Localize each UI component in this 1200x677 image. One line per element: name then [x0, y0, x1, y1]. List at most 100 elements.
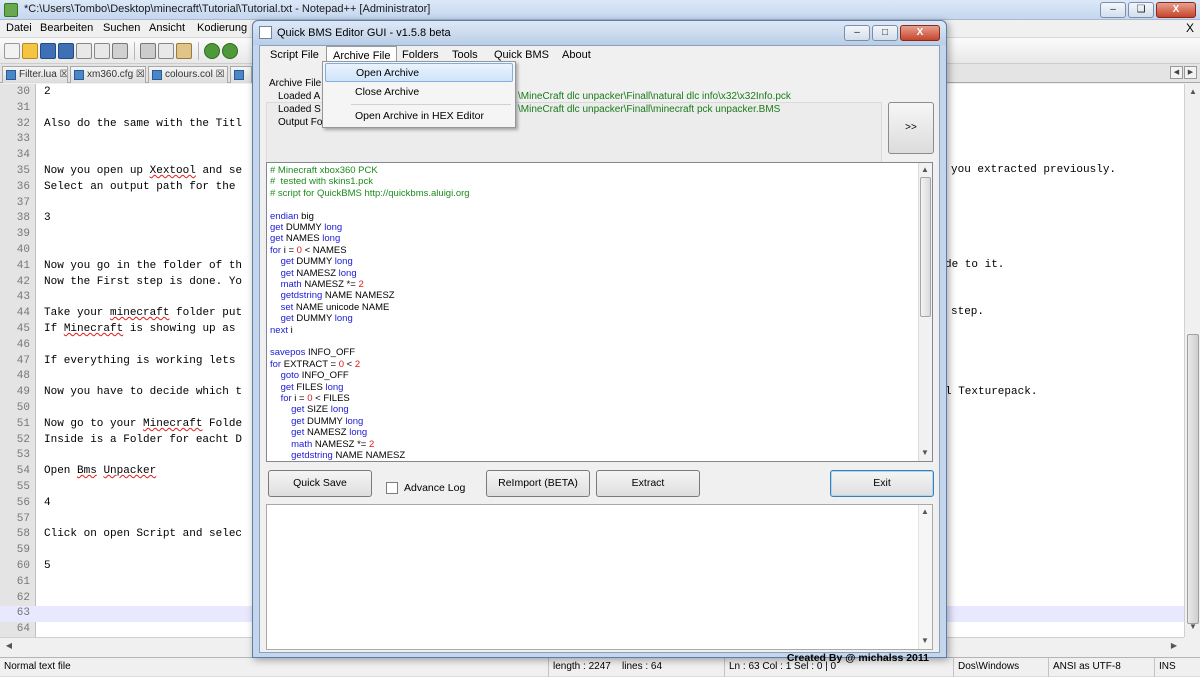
script-token: get	[291, 404, 305, 416]
line-text: If everything is working lets	[44, 354, 236, 367]
close-button[interactable]: X	[1156, 2, 1196, 18]
log-output-area[interactable]: ▲ ▼	[266, 504, 933, 650]
tab-colours-col[interactable]: colours.col ☒	[148, 66, 228, 83]
scroll-down-icon[interactable]: ▼	[919, 635, 931, 647]
script-line: # script for QuickBMS http://quickbms.al…	[270, 188, 470, 199]
close-archive-item[interactable]: Close Archive	[325, 83, 513, 102]
extract-button[interactable]: Extract	[596, 470, 700, 497]
scroll-up-icon[interactable]: ▲	[919, 164, 931, 176]
menu-suchen[interactable]: Suchen	[103, 22, 140, 34]
minimize-button[interactable]: –	[844, 25, 870, 41]
new-file-icon[interactable]	[4, 43, 20, 59]
log-vertical-scrollbar[interactable]: ▲ ▼	[918, 505, 932, 649]
archive-file-group-label: Archive File	[269, 78, 322, 89]
scroll-up-icon[interactable]: ▲	[919, 506, 931, 518]
tab-xm360-cfg[interactable]: xm360.cfg ☒	[70, 66, 146, 83]
script-token: set	[280, 301, 294, 313]
script-line: endian big	[270, 211, 314, 222]
line-number: 60	[16, 560, 30, 572]
archive-file-dropdown: Open Archive Close Archive Open Archive …	[322, 61, 516, 128]
line-text: Select an output path for the	[44, 180, 236, 193]
save-all-icon[interactable]	[58, 43, 74, 59]
editor-vertical-scrollbar[interactable]: ▲ ▼	[1184, 84, 1200, 637]
close-document-icon[interactable]: X	[1186, 21, 1194, 35]
paste-icon[interactable]	[176, 43, 192, 59]
status-encoding: ANSI as UTF-8	[1048, 658, 1125, 677]
menu-kodierung[interactable]: Kodierung	[197, 22, 247, 34]
reimport-button[interactable]: ReImport (BETA)	[486, 470, 590, 497]
line-number: 43	[16, 291, 30, 304]
script-token: # tested with skins1.pck	[270, 176, 373, 188]
open-archive-hex-editor-item[interactable]: Open Archive in HEX Editor	[325, 107, 513, 126]
minimize-button[interactable]: –	[1100, 2, 1126, 18]
scroll-up-icon[interactable]: ▲	[1187, 86, 1199, 98]
scroll-down-icon[interactable]: ▼	[919, 447, 931, 459]
line-number: 39	[16, 228, 30, 241]
menu-script-file[interactable]: Script File	[264, 46, 325, 66]
menu-about[interactable]: About	[556, 46, 597, 66]
script-token: NAME unicode NAME	[293, 301, 390, 313]
editor-text-fragment: you extracted previously.	[951, 164, 1117, 176]
print-icon[interactable]	[112, 43, 128, 59]
script-token: long	[338, 267, 357, 279]
script-token: DUMMY	[293, 256, 335, 268]
status-insert-mode: INS	[1154, 658, 1180, 677]
open-folder-icon[interactable]	[22, 43, 38, 59]
menu-ansicht[interactable]: Ansicht	[149, 22, 185, 34]
loaded-archive-path: \MineCraft dlc unpacker\Finall\natural d…	[518, 91, 791, 102]
line-number: 49	[16, 386, 30, 399]
file-tab-icon	[6, 70, 16, 80]
tab-partial[interactable]	[230, 66, 252, 83]
bms-script-editor[interactable]: # Minecraft xbox360 PCK # tested with ski…	[266, 162, 933, 462]
cut-icon[interactable]	[140, 43, 156, 59]
advance-log-checkbox[interactable]	[386, 482, 398, 494]
scroll-left-icon[interactable]: ◀	[3, 640, 15, 652]
script-token	[270, 393, 281, 404]
maximize-button[interactable]: ❏	[1128, 2, 1154, 18]
scroll-thumb[interactable]	[920, 177, 931, 317]
line-number: 32	[16, 117, 30, 130]
script-token: for	[270, 244, 282, 256]
exit-button[interactable]: Exit	[830, 470, 934, 497]
toolbar-separator	[134, 42, 135, 60]
script-token: get	[280, 256, 294, 268]
scroll-thumb[interactable]	[1187, 334, 1199, 624]
line-number: 31	[16, 101, 30, 114]
menu-bearbeiten[interactable]: Bearbeiten	[40, 22, 93, 34]
line-number: 36	[16, 180, 30, 193]
script-token	[270, 370, 281, 381]
open-archive-item[interactable]: Open Archive	[325, 63, 513, 82]
quick-save-button[interactable]: Quick Save	[268, 470, 372, 497]
close-button[interactable]: X	[900, 25, 940, 41]
undo-icon[interactable]	[204, 43, 220, 59]
line-text: Now you have to decide which t	[44, 386, 243, 399]
line-number: 35	[16, 165, 30, 177]
line-number: 54	[16, 465, 30, 478]
line-number: 41	[16, 259, 30, 272]
menu-datei[interactable]: Datei	[6, 22, 32, 34]
tab-scroll-right-icon[interactable]: ▶	[1184, 66, 1197, 79]
close-all-icon[interactable]	[94, 43, 110, 59]
script-token: get	[270, 233, 284, 245]
tab-filter-lua[interactable]: Filter.lua ☒	[2, 66, 68, 83]
script-token: FILES	[293, 381, 326, 393]
script-line: math NAMESZ *= 2	[270, 439, 374, 450]
save-icon[interactable]	[40, 43, 56, 59]
tab-scroll-left-icon[interactable]: ◀	[1170, 66, 1183, 79]
script-vertical-scrollbar[interactable]: ▲ ▼	[918, 163, 932, 461]
close-file-icon[interactable]	[76, 43, 92, 59]
scroll-down-icon[interactable]: ▼	[1187, 621, 1199, 633]
script-line: getdstring NAME NAMESZ	[270, 290, 395, 301]
tab-label: xm360.cfg	[87, 69, 134, 80]
maximize-button[interactable]: □	[872, 25, 898, 41]
script-token: get	[291, 415, 305, 427]
line-text: Now the First step is done. Yo	[44, 275, 243, 288]
script-token: getdstring	[280, 290, 323, 302]
redo-icon[interactable]	[222, 43, 238, 59]
copy-icon[interactable]	[158, 43, 174, 59]
scroll-right-icon[interactable]: ▶	[1168, 640, 1180, 652]
loaded-archive-label: Loaded A	[278, 91, 321, 102]
next-arrow-button[interactable]: >>	[888, 102, 934, 154]
script-token: for	[280, 393, 292, 404]
file-tab-icon	[152, 70, 162, 80]
